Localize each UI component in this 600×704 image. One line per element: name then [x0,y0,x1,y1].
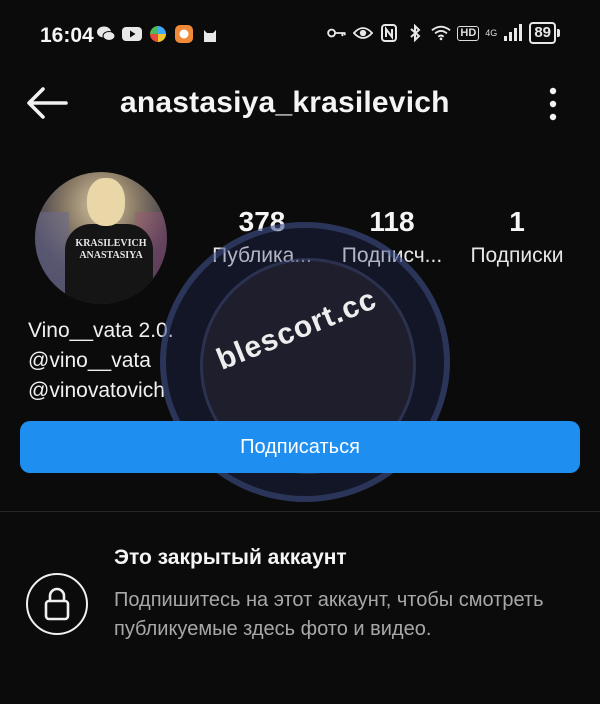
bio-name: Vino__vata 2.0. [28,319,174,342]
app-orange-icon [174,24,194,44]
section-divider [0,511,600,512]
notification-icons [96,24,220,44]
bio-mention-1[interactable]: @vino__vata [28,346,174,376]
battery-indicator: 89 [529,22,560,44]
wechat-icon [96,24,116,44]
private-account-description: Подпишитесь на этот аккаунт, чтобы смотр… [114,589,544,640]
follow-button[interactable]: Подписаться [20,421,580,473]
bluetooth-icon [405,23,425,43]
network-gen-label: 4G [485,27,498,38]
hd-badge: HD [457,25,480,41]
following-count: 1 [509,206,525,237]
signal-icon [503,23,523,43]
youtube-icon [122,24,142,44]
avatar-shirt-text: KRASILEVICH ANASTASIYA [63,238,159,262]
profile-header: anastasiya_krasilevich [0,70,600,136]
lock-icon [26,573,88,635]
avatar-shirt [65,224,153,304]
more-options-icon[interactable] [546,86,560,122]
back-arrow-icon[interactable] [26,86,68,120]
following-label: Подписки [470,244,564,267]
key-icon [327,23,347,43]
stat-following[interactable]: 1 Подписки [458,206,576,270]
battery-tip [557,29,560,37]
eye-icon [353,23,374,43]
app-pinwheel-icon [148,24,168,44]
avatar-shirt-line2: ANASTASIYA [79,250,143,261]
system-icons: HD 4G 89 [327,22,560,44]
wifi-icon [431,23,452,43]
status-time: 16:04 [40,24,94,47]
profile-bio: Vino__vata 2.0. @vino__vata @vinovatovic… [28,316,174,406]
status-bar: 16:04 HD 4G 89 [0,0,600,66]
cat-icon [200,24,220,44]
nfc-icon [379,23,399,43]
profile-avatar[interactable]: KRASILEVICH ANASTASIYA [35,172,167,304]
profile-username: anastasiya_krasilevich [120,86,450,119]
avatar-shirt-line1: KRASILEVICH [75,238,147,249]
private-account-title: Это закрытый аккаунт [114,546,347,569]
bio-mention-2[interactable]: @vinovatovich [28,376,174,406]
battery-level: 89 [529,22,556,44]
avatar-head [87,178,125,226]
